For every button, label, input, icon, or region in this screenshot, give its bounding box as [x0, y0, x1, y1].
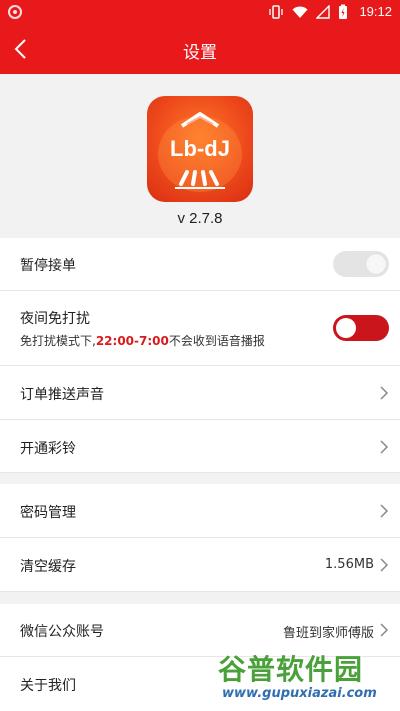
cache-size-value: 1.56MB	[324, 557, 374, 572]
chevron-right-icon	[380, 623, 389, 637]
vibrate-icon	[269, 5, 283, 19]
watermark-url: www.gupuxiazai.com	[222, 686, 377, 701]
status-time: 19:12	[359, 4, 392, 19]
chevron-right-icon	[380, 558, 389, 572]
settings-item-order-sound[interactable]: 订单推送声音	[0, 366, 400, 420]
night-dnd-toggle[interactable]	[333, 315, 389, 341]
watermark-title: 谷普软件园	[218, 653, 364, 686]
settings-item-password[interactable]: 密码管理	[0, 484, 400, 538]
watermark: 谷普软件园 www.gupuxiazai.com	[218, 648, 396, 706]
about-header: Lb-dJ v 2.7.8	[0, 74, 400, 238]
about-us-label: 关于我们	[20, 678, 76, 694]
app-logo: Lb-dJ	[147, 96, 253, 202]
status-icons	[268, 4, 348, 20]
night-dnd-label: 夜间免打扰	[20, 311, 90, 327]
app-version: v 2.7.8	[177, 210, 223, 227]
settings-item-night-dnd: 夜间免打扰 免打扰模式下,22:00-7:00不会收到语音播报	[0, 291, 400, 366]
night-dnd-description: 免打扰模式下,22:00-7:00不会收到语音播报	[20, 332, 265, 349]
chevron-right-icon	[380, 386, 389, 400]
signal-icon	[316, 5, 330, 19]
clear-cache-label: 清空缓存	[20, 559, 76, 575]
battery-icon	[339, 4, 347, 19]
password-label: 密码管理	[20, 505, 76, 521]
app-logo-text: Lb-dJ	[170, 136, 230, 161]
night-dnd-time: 22:00-7:00	[95, 334, 169, 348]
section-divider	[0, 592, 400, 604]
order-sound-label: 订单推送声音	[20, 387, 104, 403]
toggle-knob	[336, 318, 356, 338]
wifi-icon	[292, 6, 308, 18]
chevron-right-icon	[380, 440, 389, 454]
ringtone-label: 开通彩铃	[20, 441, 76, 457]
night-dnd-desc-prefix: 免打扰模式下,	[20, 334, 96, 348]
settings-item-pause-orders: 暂停接单	[0, 238, 400, 291]
settings-item-ringtone[interactable]: 开通彩铃	[0, 420, 400, 473]
title-bar: 设置	[0, 25, 400, 74]
pause-orders-label: 暂停接单	[20, 258, 76, 274]
section-divider	[0, 473, 400, 484]
app-logo-graphic: Lb-dJ	[158, 112, 242, 192]
pause-orders-toggle[interactable]	[333, 251, 389, 277]
page-title: 设置	[183, 43, 217, 63]
chevron-right-icon	[380, 504, 389, 518]
night-dnd-desc-suffix: 不会收到语音播报	[168, 334, 265, 348]
wechat-label: 微信公众账号	[20, 624, 104, 640]
wechat-account-value: 鲁班到家师傅版	[282, 626, 374, 641]
settings-item-clear-cache[interactable]: 清空缓存 1.56MB	[0, 538, 400, 592]
status-bar: 19:12	[0, 0, 400, 25]
notification-icon	[8, 5, 22, 19]
toggle-knob	[366, 254, 386, 274]
